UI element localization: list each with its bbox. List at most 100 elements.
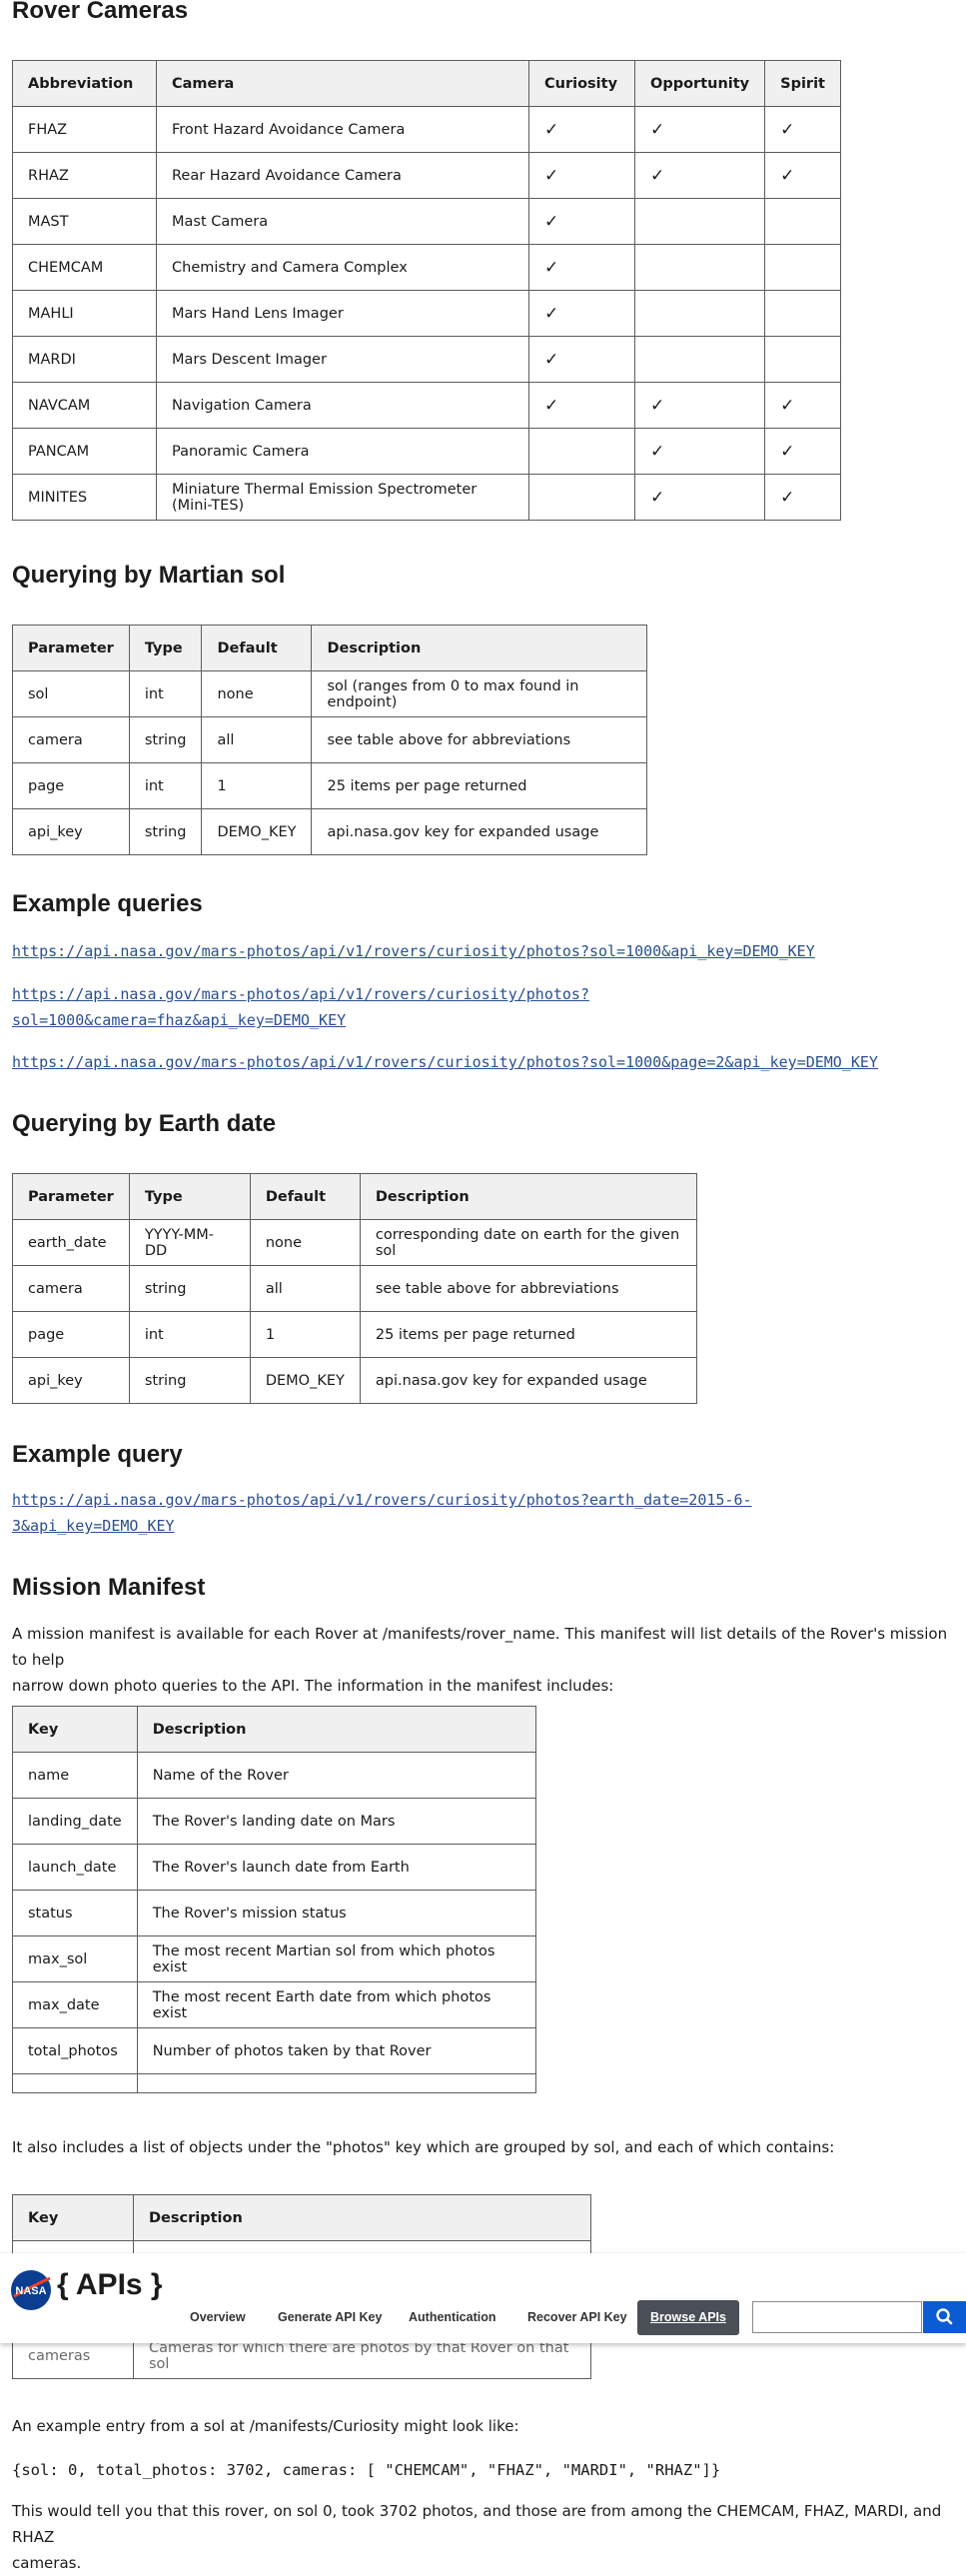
search-button[interactable] <box>923 2301 966 2333</box>
table-cell: ✓ <box>528 336 635 383</box>
column-header: Default <box>201 625 313 671</box>
table-cell: string <box>128 1265 251 1312</box>
table-cell: FHAZ <box>12 106 157 153</box>
table-row: MINITES Miniature Thermal Emission Spectr… <box>12 474 841 521</box>
table-cell: MAHLI <box>12 290 157 337</box>
table-row: status The Rover's mission status <box>12 1890 537 1936</box>
table-cell <box>764 244 841 291</box>
table-cell: ✓ <box>633 428 766 475</box>
nav-generate-api-key[interactable]: Generate API Key <box>278 2310 382 2324</box>
site-brand[interactable]: { APIs } <box>57 2268 163 2302</box>
column-header: Parameter <box>12 1173 130 1220</box>
table-row <box>12 2073 537 2093</box>
table-row: landing_date The Rover's landing date on … <box>12 1798 537 1845</box>
table-cell: Front Hazard Avoidance Camera <box>156 106 529 153</box>
table-row: page int 1 25 items per page returned <box>12 762 647 809</box>
table-cell: string <box>128 808 203 855</box>
example-entry-code: {sol: 0, total_photos: 3702, cameras: [ … <box>12 2461 721 2479</box>
table-cell: sol <box>12 670 130 717</box>
search-icon <box>936 2308 953 2325</box>
table-header-row: Parameter Type Default Description <box>12 625 647 671</box>
table-row: api_key string DEMO_KEY api.nasa.gov key fo… <box>12 808 647 855</box>
nav-recover-api-key[interactable]: Recover API Key <box>527 2310 627 2324</box>
text-line: cameras. <box>12 2554 82 2572</box>
table-cell: max_date <box>12 1981 138 2028</box>
text-line: narrow down photo queries to the API. Th… <box>12 1677 614 1695</box>
example-queries-heading: Example queries <box>12 890 203 917</box>
table-cell: RHAZ <box>12 152 157 199</box>
table-cell: MARDI <box>12 336 157 383</box>
table-cell <box>528 474 635 521</box>
table-cell: Mars Hand Lens Imager <box>156 290 529 337</box>
table-row: max_sol The most recent Martian sol from … <box>12 1935 537 1982</box>
search-input[interactable] <box>752 2301 922 2333</box>
table-cell: string <box>128 1357 251 1404</box>
table-cell: int <box>128 1311 251 1358</box>
table-cell: status <box>12 1890 138 1936</box>
example-link-camera[interactable]: https://api.nasa.gov/mars-photos/api/v1/… <box>12 981 589 1033</box>
table-cell: Mast Camera <box>156 198 529 245</box>
column-header: Description <box>359 1173 698 1220</box>
example-link-sol[interactable]: https://api.nasa.gov/mars-photos/api/v1/… <box>12 938 815 964</box>
table-cell: page <box>12 762 130 809</box>
table-cell: The Rover's mission status <box>136 1890 537 1936</box>
table-cell: ✓ <box>528 382 635 429</box>
table-cell: ✓ <box>528 106 635 153</box>
table-cell <box>633 244 766 291</box>
table-cell: 25 items per page returned <box>359 1311 698 1358</box>
table-cell: api_key <box>12 808 130 855</box>
table-cell: ✓ <box>528 198 635 245</box>
sol-query-table: Parameter Type Default Description sol in… <box>12 625 647 855</box>
column-header: Camera <box>156 60 529 107</box>
table-cell: ✓ <box>633 474 766 521</box>
table-cell: PANCAM <box>12 428 157 475</box>
column-header: Description <box>311 625 647 671</box>
table-row: CHEMCAM Chemistry and Camera Complex ✓ <box>12 244 841 291</box>
table-cell: Panoramic Camera <box>156 428 529 475</box>
manifest-table: Key Description name Name of the Rover lan… <box>12 1706 537 2093</box>
table-cell: landing_date <box>12 1798 138 1845</box>
table-cell: Rear Hazard Avoidance Camera <box>156 152 529 199</box>
table-cell: 1 <box>249 1311 361 1358</box>
table-cell: Name of the Rover <box>136 1752 537 1799</box>
example-link-page[interactable]: https://api.nasa.gov/mars-photos/api/v1/… <box>12 1049 878 1075</box>
example-query-heading: Example query <box>12 1441 183 1468</box>
table-row: MARDI Mars Descent Imager ✓ <box>12 336 841 383</box>
table-cell: The Rover's launch date from Earth <box>136 1844 537 1891</box>
nasa-logo-icon[interactable]: NASA <box>10 2269 52 2311</box>
browse-apis-button[interactable]: Browse APIs <box>637 2300 739 2335</box>
nav-overview[interactable]: Overview <box>190 2310 246 2324</box>
table-header-row: Key Description <box>12 2194 591 2241</box>
table-cell: api_key <box>12 1357 130 1404</box>
column-header: Parameter <box>12 625 130 671</box>
table-cell: ✓ <box>764 106 841 153</box>
table-cell <box>528 428 635 475</box>
manifest-intro: A mission manifest is available for each… <box>12 1621 966 1699</box>
table-cell: MINITES <box>12 474 157 521</box>
text-line: This would tell you that this rover, on … <box>12 2502 942 2546</box>
table-cell: Miniature Thermal Emission Spectrometer … <box>156 474 529 521</box>
table-cell: MAST <box>12 198 157 245</box>
table-cell: ✓ <box>764 152 841 199</box>
site-header: NASA { APIs } Overview Generate API Key … <box>0 2253 966 2343</box>
link-line: 3&api_key=DEMO_KEY <box>12 1517 175 1535</box>
table-cell: total_photos <box>12 2027 138 2074</box>
table-cell: Navigation Camera <box>156 382 529 429</box>
table-header-row: Key Description <box>12 1706 537 1753</box>
table-row: FHAZ Front Hazard Avoidance Camera ✓ ✓ ✓ <box>12 106 841 153</box>
table-cell <box>12 2073 138 2093</box>
nav-authentication[interactable]: Authentication <box>409 2310 496 2324</box>
table-cell: ✓ <box>633 152 766 199</box>
table-cell: Mars Descent Imager <box>156 336 529 383</box>
table-cell: ✓ <box>633 382 766 429</box>
table-row: name Name of the Rover <box>12 1752 537 1799</box>
table-cell: name <box>12 1752 138 1799</box>
column-header: Default <box>249 1173 361 1220</box>
column-header: Description <box>133 2194 591 2241</box>
example-link-earth-date[interactable]: https://api.nasa.gov/mars-photos/api/v1/… <box>12 1487 752 1539</box>
table-cell: api.nasa.gov key for expanded usage <box>311 808 647 855</box>
table-row: api_key string DEMO_KEY api.nasa.gov key fo… <box>12 1357 698 1404</box>
text-line: A mission manifest is available for each… <box>12 1625 948 1669</box>
column-header: Abbreviation <box>12 60 157 107</box>
table-cell <box>764 290 841 337</box>
